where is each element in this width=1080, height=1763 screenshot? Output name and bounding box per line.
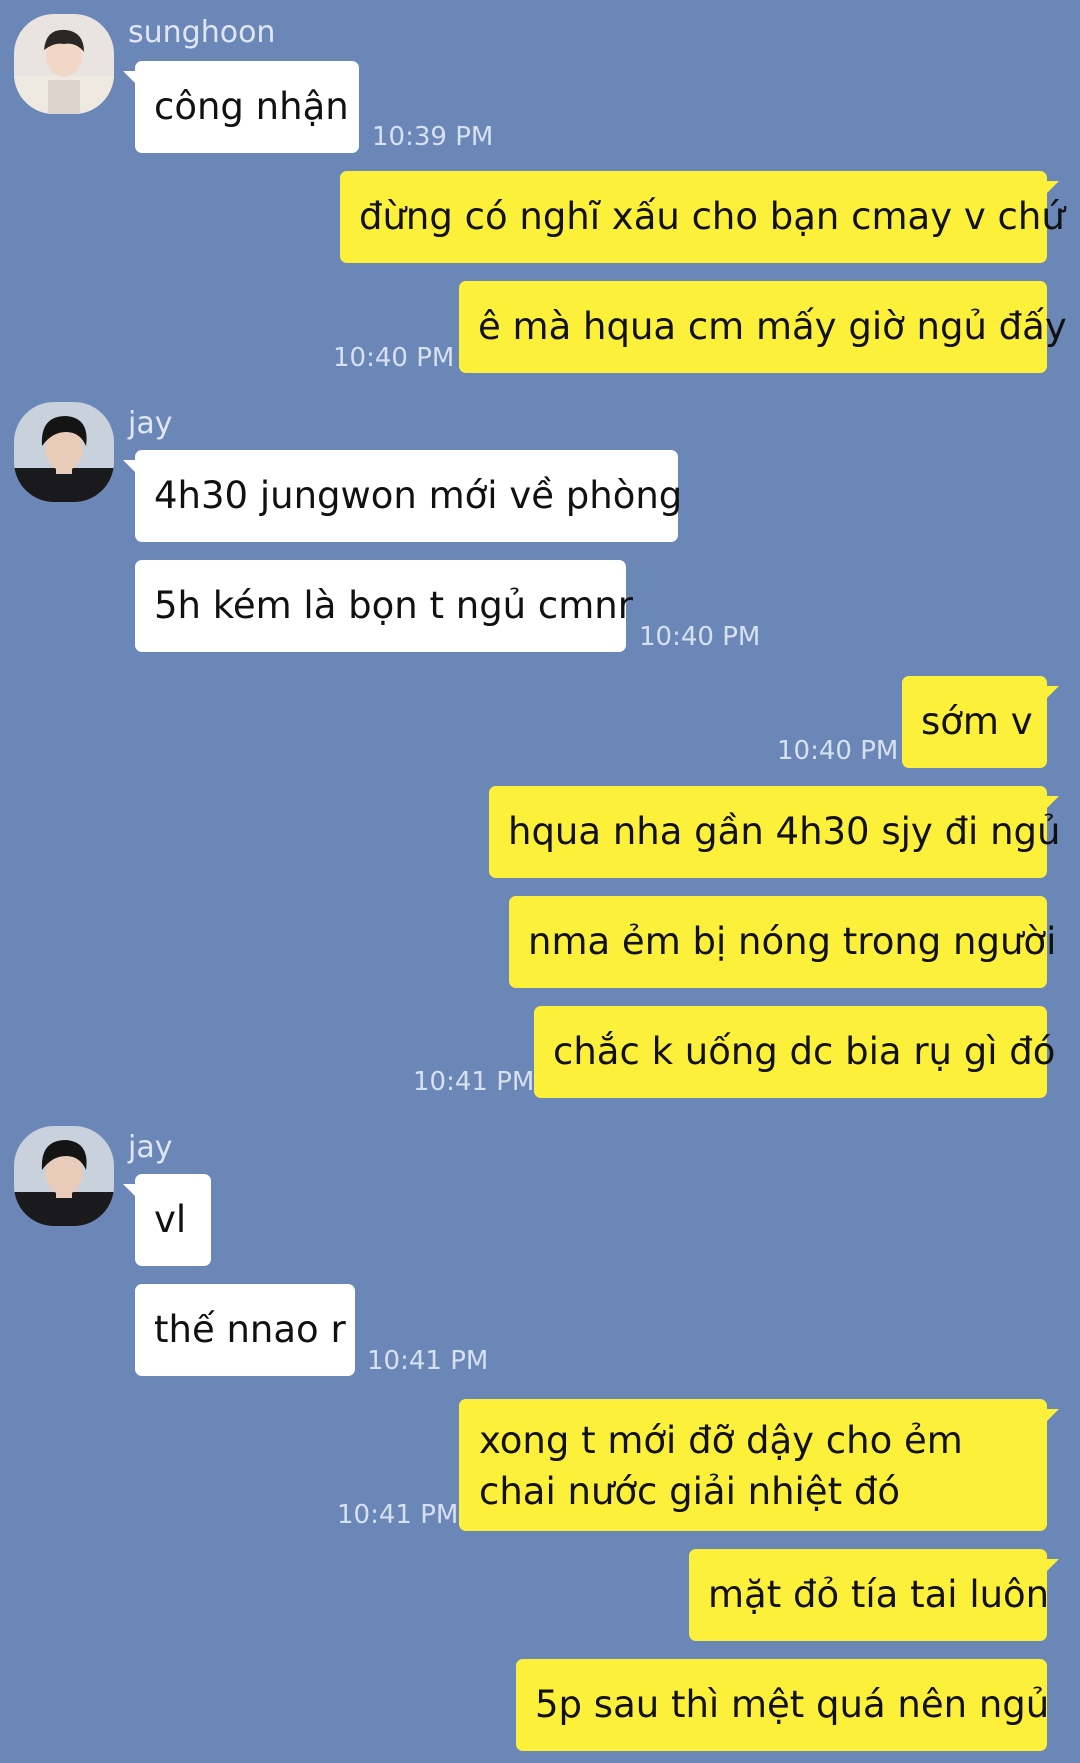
- incoming-message-bubble[interactable]: công nhận: [123, 61, 359, 153]
- outgoing-message-bubble[interactable]: nma ẻm bị nóng trong người: [509, 896, 1056, 988]
- outgoing-message-bubble[interactable]: đừng có nghĩ xấu cho bạn cmay v chứ: [340, 171, 1065, 263]
- message-text: 5p sau thì mệt quá nên ngủ: [535, 1683, 1050, 1726]
- message-timestamp: 10:40 PM: [333, 343, 455, 373]
- jay-avatar[interactable]: [14, 1126, 114, 1226]
- message-timestamp: 10:41 PM: [367, 1346, 489, 1376]
- incoming-message-bubble[interactable]: thế nnao r: [135, 1284, 355, 1376]
- sunghoon-avatar[interactable]: [14, 14, 114, 114]
- outgoing-message-bubble[interactable]: mặt đỏ tía tai luôn: [689, 1549, 1059, 1641]
- outgoing-message-bubble[interactable]: sớm v: [902, 676, 1059, 768]
- message-text: chắc k uống dc bia rụ gì đó: [553, 1030, 1056, 1073]
- sender-name: jay: [128, 1130, 173, 1165]
- message-text: mặt đỏ tía tai luôn: [708, 1573, 1050, 1616]
- incoming-message-bubble[interactable]: 4h30 jungwon mới về phòng: [123, 450, 682, 542]
- message-text: nma ẻm bị nóng trong người: [528, 920, 1057, 963]
- message-text: ê mà hqua cm mấy giờ ngủ đấy: [478, 305, 1067, 348]
- outgoing-message-bubble[interactable]: xong t mới đỡ dậy cho ẻm chai nước giải …: [459, 1399, 1059, 1531]
- message-text: thế nnao r: [154, 1308, 346, 1351]
- message-text: đừng có nghĩ xấu cho bạn cmay v chứ: [359, 195, 1065, 238]
- message-timestamp: 10:39 PM: [372, 122, 494, 152]
- outgoing-message-bubble[interactable]: chắc k uống dc bia rụ gì đó: [534, 1006, 1055, 1098]
- message-text: xong t mới đỡ dậy cho ẻm chai nước giải …: [479, 1419, 963, 1513]
- outgoing-message-bubble[interactable]: ê mà hqua cm mấy giờ ngủ đấy: [459, 281, 1067, 373]
- message-text: vl: [154, 1198, 187, 1241]
- message-text: công nhận: [154, 85, 349, 128]
- message-timestamp: 10:41 PM: [337, 1500, 459, 1530]
- chat-thread: sunghoon công nhận 10:39 PM đừng có nghĩ…: [0, 0, 1080, 1763]
- sender-name: sunghoon: [128, 15, 276, 50]
- message-timestamp: 10:41 PM: [413, 1067, 535, 1097]
- outgoing-message-bubble[interactable]: hqua nha gần 4h30 sjy đi ngủ: [489, 786, 1061, 878]
- message-timestamp: 10:40 PM: [777, 736, 899, 766]
- message-text: 5h kém là bọn t ngủ cmnr: [154, 584, 633, 627]
- jay-avatar[interactable]: [14, 402, 114, 502]
- sender-name: jay: [128, 406, 173, 441]
- incoming-message-bubble[interactable]: vl: [123, 1174, 211, 1266]
- message-text: sớm v: [921, 700, 1033, 743]
- message-text: hqua nha gần 4h30 sjy đi ngủ: [508, 810, 1061, 853]
- message-text: 4h30 jungwon mới về phòng: [154, 474, 683, 517]
- outgoing-message-bubble[interactable]: 5p sau thì mệt quá nên ngủ: [516, 1659, 1050, 1751]
- message-timestamp: 10:40 PM: [639, 622, 761, 652]
- incoming-message-bubble[interactable]: 5h kém là bọn t ngủ cmnr: [135, 560, 633, 652]
